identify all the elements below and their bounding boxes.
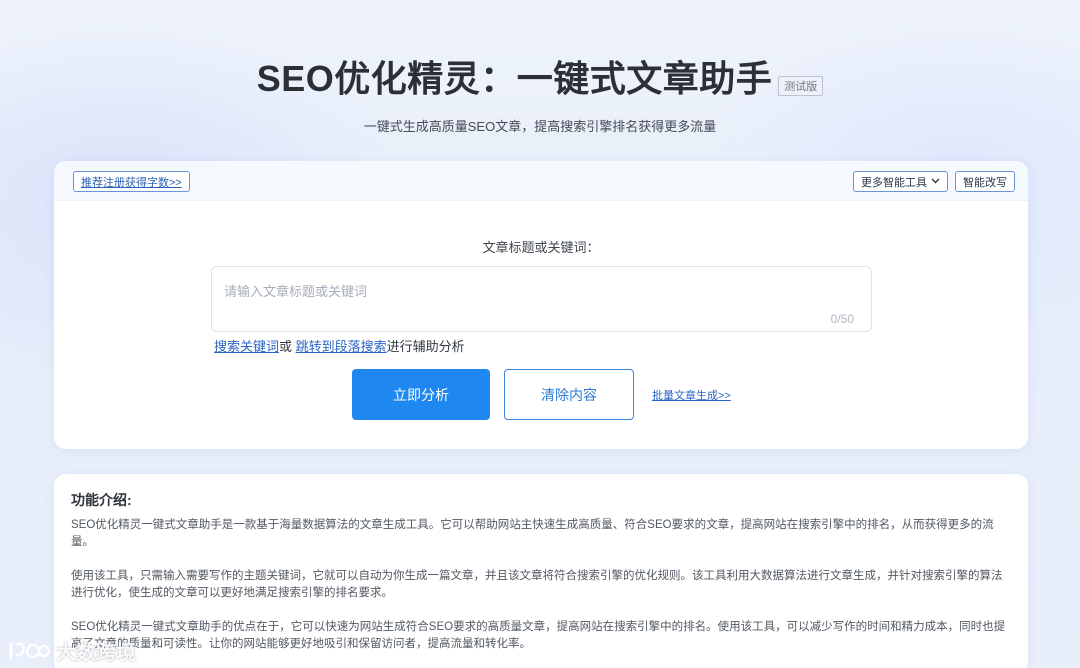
page-subtitle: 一键式生成高质量SEO文章，提高搜索引擎排名获得更多流量: [363, 119, 717, 134]
chevron-down-icon: [931, 176, 940, 187]
article-generator-card: 推荐注册获得字数>> 更多智能工具 智能改写 文章标题或关键词： 0/50 搜索…: [54, 161, 1028, 449]
intro-paragraph: SEO优化精灵一键式文章助手是一款基于海量数据算法的文章生成工具。它可以帮助网站…: [71, 519, 994, 548]
batch-generate-link[interactable]: 批量文章生成>>: [652, 387, 731, 403]
intro-paragraph: 使用该工具，只需输入需要写作的主题关键词，它就可以自动为你生成一篇文章，并且该文…: [71, 570, 1003, 599]
title-input-label: 文章标题或关键词：: [482, 240, 600, 255]
clear-button[interactable]: 清除内容: [504, 369, 634, 420]
more-tools-dropdown[interactable]: 更多智能工具: [853, 171, 948, 192]
beta-badge: 测试版: [778, 76, 824, 96]
title-row: SEO优化精灵：一键式文章助手 测试版: [257, 50, 824, 102]
more-tools-label: 更多智能工具: [861, 176, 927, 189]
watermark-text: 大数跨境: [56, 642, 136, 664]
analyze-button[interactable]: 立即分析: [352, 369, 490, 420]
smart-rewrite-button[interactable]: 智能改写: [955, 171, 1015, 192]
brand-logo-icon: [8, 640, 51, 662]
card-toolbar: 推荐注册获得字数>> 更多智能工具 智能改写: [54, 161, 1028, 201]
char-counter: 0/50: [830, 312, 854, 326]
title-input[interactable]: [212, 267, 871, 331]
helper-suffix-text: 进行辅助分析: [386, 339, 465, 354]
page-header: SEO优化精灵：一键式文章助手 测试版 一键式生成高质量SEO文章，提高搜索引擎…: [0, 50, 1080, 135]
feature-intro-card: 功能介绍: SEO优化精灵一键式文章助手是一款基于海量数据算法的文章生成工具。它…: [54, 474, 1028, 668]
watermark: 大数跨境: [8, 636, 136, 665]
search-keyword-link[interactable]: 搜索关键词: [214, 339, 279, 354]
register-bonus-link[interactable]: 推荐注册获得字数>>: [73, 171, 190, 192]
title-input-wrapper: 0/50: [211, 266, 872, 332]
paragraph-search-link[interactable]: 跳转到段落搜索: [296, 339, 387, 354]
helper-or-text: 或: [279, 339, 296, 354]
helper-line: 搜索关键词或 跳转到段落搜索进行辅助分析: [214, 336, 465, 355]
page-title: SEO优化精灵：一键式文章助手: [256, 58, 773, 99]
intro-paragraph: SEO优化精灵一键式文章助手的优点在于，它可以快速为网站生成符合SEO要求的高质…: [71, 621, 1006, 650]
intro-heading: 功能介绍:: [71, 492, 132, 508]
